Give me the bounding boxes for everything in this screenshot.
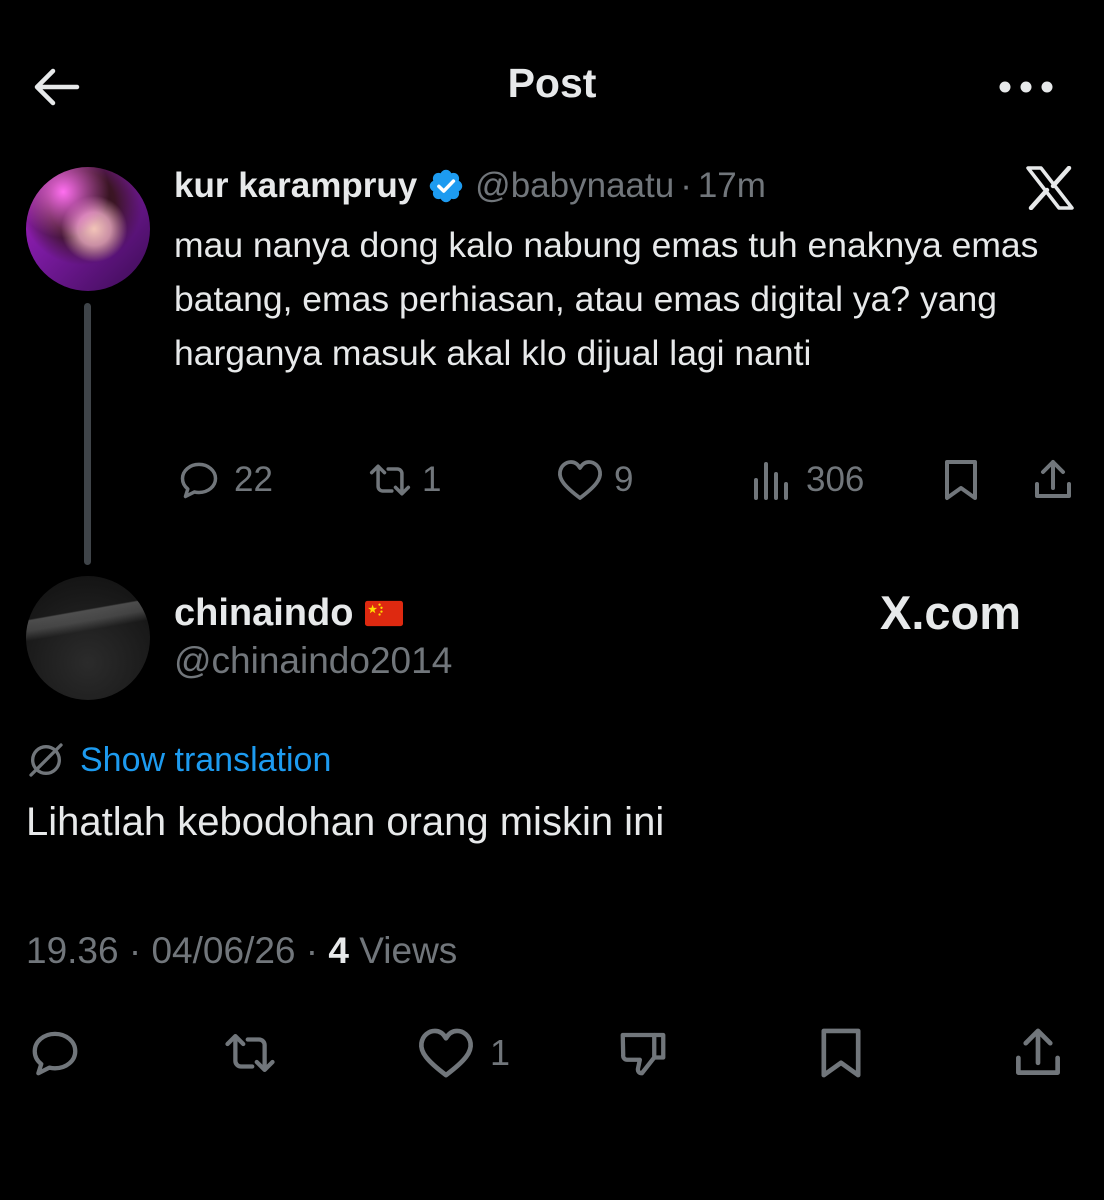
more-horizontal-icon: [999, 81, 1053, 93]
more-options-button[interactable]: [994, 62, 1058, 112]
like-button[interactable]: 1: [416, 1025, 510, 1081]
reply-tweet-text: Lihatlah kebodohan orang miskin ini: [26, 800, 665, 844]
reply-meta: 19.36 · 04/06/26 · 4 Views: [26, 930, 457, 972]
quoted-like-button[interactable]: 9: [556, 455, 633, 505]
quoted-reply-button[interactable]: 22: [176, 455, 273, 505]
reply-button[interactable]: [26, 1025, 84, 1081]
quoted-like-count: 9: [614, 460, 634, 499]
heart-icon: [419, 1028, 473, 1078]
bookmark-icon: [945, 460, 977, 500]
quoted-share-button[interactable]: [1030, 455, 1076, 505]
retweet-icon: [369, 464, 411, 496]
quoted-tweet-header: kur karampruy @babynaatu · 17m: [174, 163, 766, 209]
quoted-author-handle[interactable]: @babynaatu: [475, 166, 674, 206]
share-icon: [1016, 1028, 1060, 1075]
downvote-button[interactable]: [614, 1025, 672, 1081]
reply-icon: [180, 462, 218, 499]
verified-badge-icon: [427, 167, 465, 205]
china-flag-icon: [365, 600, 404, 627]
quoted-bookmark-button[interactable]: [940, 455, 982, 505]
thread-line: [84, 303, 91, 565]
quoted-author-name[interactable]: kur karampruy: [174, 166, 417, 206]
translate-globe-icon: [29, 743, 63, 777]
quoted-author-avatar[interactable]: [26, 167, 150, 291]
meta-separator: ·: [305, 930, 319, 971]
quoted-retweet-button[interactable]: 1: [364, 455, 441, 505]
show-translation-label: Show translation: [80, 740, 332, 779]
reply-author-handle[interactable]: @chinaindo2014: [174, 640, 452, 682]
retweet-button[interactable]: [218, 1025, 282, 1081]
quoted-reply-count: 22: [234, 460, 273, 499]
heart-icon: [558, 460, 602, 500]
meta-separator: ·: [128, 930, 142, 971]
reply-views-label: Views: [359, 930, 458, 971]
bookmark-button[interactable]: [814, 1025, 868, 1081]
quoted-retweet-count: 1: [422, 460, 442, 499]
reply-author-name[interactable]: chinaindo: [174, 592, 353, 635]
separator-dot: ·: [680, 166, 692, 205]
reply-author-avatar[interactable]: [26, 576, 150, 700]
reply-views-count: 4: [328, 930, 349, 971]
reply-date: 04/06/26: [151, 930, 296, 971]
x-logo-icon: [1024, 164, 1076, 212]
reply-time: 19.36: [26, 930, 119, 971]
quoted-views-count: 306: [806, 460, 865, 499]
quoted-tweet-text: mau nanya dong kalo nabung emas tuh enak…: [174, 225, 1039, 373]
bookmark-icon: [821, 1028, 861, 1078]
quoted-views-button[interactable]: 306: [750, 455, 864, 505]
x-com-watermark: X.com: [880, 586, 1022, 639]
reply-author-name-row: chinaindo: [174, 588, 404, 638]
retweet-icon: [225, 1033, 275, 1073]
share-button[interactable]: [1010, 1025, 1066, 1081]
views-chart-icon: [754, 462, 788, 500]
share-icon: [1035, 460, 1071, 498]
quoted-tweet-time: 17m: [697, 166, 766, 205]
page-title: Post: [507, 60, 597, 106]
reply-icon: [32, 1031, 78, 1076]
thumbs-down-icon: [620, 1032, 666, 1076]
show-translation-link[interactable]: Show translation: [26, 738, 331, 782]
reply-like-count: 1: [490, 1032, 511, 1073]
